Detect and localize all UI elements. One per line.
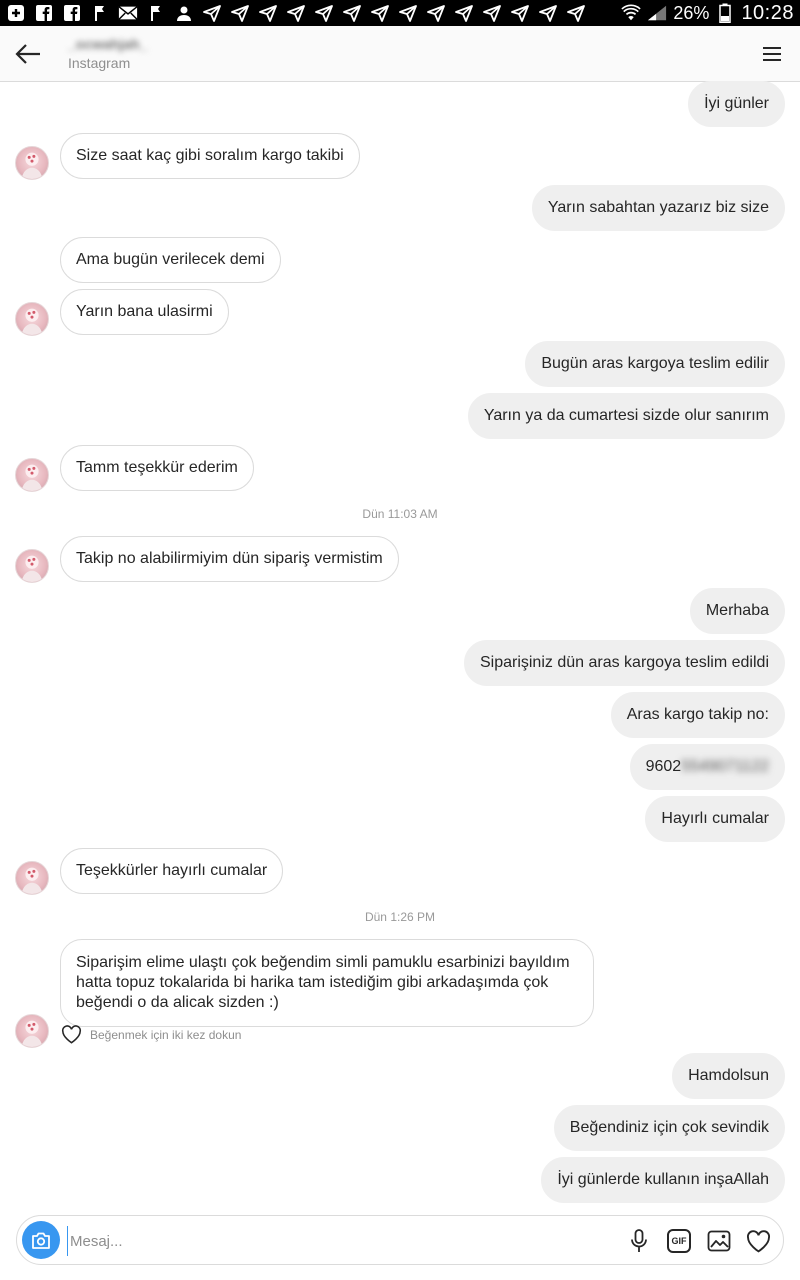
send-icon xyxy=(454,4,474,22)
outgoing-message[interactable]: 96025549071122 xyxy=(629,744,785,790)
outgoing-message[interactable]: Hamdolsun xyxy=(672,1053,785,1099)
send-icon xyxy=(370,4,390,22)
arrow-left-icon xyxy=(15,44,40,64)
send-icon xyxy=(230,4,250,22)
flag-icon xyxy=(90,4,110,22)
wifi-icon xyxy=(621,4,642,22)
tracking-number-redacted: 5549071122 xyxy=(681,758,769,775)
gallery-button[interactable] xyxy=(706,1228,732,1254)
outgoing-message[interactable]: Yarın ya da cumartesi sizde olur sanırım xyxy=(467,393,785,439)
send-icon xyxy=(202,4,222,22)
battery-icon xyxy=(715,3,735,23)
outgoing-message[interactable]: Hayırlı cumalar xyxy=(645,796,785,842)
contact-platform: Instagram xyxy=(68,55,131,71)
chat-header: _ocwahjah_ Instagram xyxy=(0,26,800,82)
message-input[interactable] xyxy=(67,1226,467,1256)
avatar[interactable] xyxy=(15,146,49,180)
status-bar: 26% 10:28 xyxy=(0,0,800,26)
outgoing-message[interactable]: İyi günler xyxy=(688,81,785,127)
avatar[interactable] xyxy=(15,549,49,583)
avatar[interactable] xyxy=(15,1014,49,1048)
incoming-message[interactable]: Siparişim elime ulaştı çok beğendim siml… xyxy=(60,939,594,1027)
like-hint: Beğenmek için iki kez dokun xyxy=(61,1025,241,1044)
notification-icons xyxy=(6,4,586,22)
incoming-message[interactable]: Tamm teşekkür ederim xyxy=(60,445,254,491)
timestamp: Dün 11:03 AM xyxy=(362,507,438,521)
outgoing-message[interactable]: Aras kargo takip no: xyxy=(610,692,785,738)
heart-icon[interactable] xyxy=(61,1025,82,1044)
signal-icon xyxy=(647,4,667,22)
send-icon xyxy=(342,4,362,22)
camera-button[interactable] xyxy=(22,1221,60,1259)
outgoing-message[interactable]: İyi günlerde kullanın inşaAllah xyxy=(541,1157,785,1203)
screen: 26% 10:28 _ocwahjah_ Instagram İyi günle… xyxy=(0,0,800,1280)
facebook-icon xyxy=(62,4,82,22)
send-icon xyxy=(286,4,306,22)
incoming-message[interactable]: Takip no alabilirmiyim dün sipariş vermi… xyxy=(60,536,399,582)
facebook-icon xyxy=(34,4,54,22)
outgoing-message[interactable]: Siparişiniz dün aras kargoya teslim edil… xyxy=(463,640,785,686)
send-icon xyxy=(398,4,418,22)
microphone-icon xyxy=(631,1229,647,1252)
timestamp: Dün 1:26 PM xyxy=(364,910,436,924)
back-button[interactable] xyxy=(12,38,44,70)
mail-icon xyxy=(118,4,138,22)
avatar[interactable] xyxy=(15,302,49,336)
image-icon xyxy=(707,1230,731,1252)
send-icon xyxy=(510,4,530,22)
like-button[interactable] xyxy=(745,1228,771,1254)
incoming-message[interactable]: Yarın bana ulasirmi xyxy=(60,289,229,335)
tracking-number-visible: 9602 xyxy=(645,758,682,775)
flag-icon xyxy=(146,4,166,22)
outgoing-message[interactable]: Bugün aras kargoya teslim edilir xyxy=(525,341,785,387)
send-icon xyxy=(314,4,334,22)
send-icon xyxy=(426,4,446,22)
person-icon xyxy=(174,4,194,22)
incoming-message[interactable]: Teşekkürler hayırlı cumalar xyxy=(60,848,284,894)
add-box-icon xyxy=(6,4,26,22)
avatar[interactable] xyxy=(15,458,49,492)
microphone-button[interactable] xyxy=(626,1228,652,1254)
menu-icon xyxy=(763,47,781,49)
battery-percent: 26% xyxy=(673,2,710,23)
send-icon xyxy=(482,4,502,22)
status-right: 26% 10:28 xyxy=(621,2,794,25)
outgoing-message[interactable]: Yarın sabahtan yazarız biz size xyxy=(531,185,785,231)
contact-name[interactable]: _ocwahjah_ xyxy=(68,36,147,52)
avatar[interactable] xyxy=(15,861,49,895)
outgoing-message[interactable]: Merhaba xyxy=(689,588,785,634)
message-composer: GIF xyxy=(16,1215,784,1265)
clock: 10:28 xyxy=(741,1,794,24)
menu-button[interactable] xyxy=(758,40,786,68)
send-icon xyxy=(538,4,558,22)
incoming-message[interactable]: Ama bugün verilecek demi xyxy=(60,237,281,283)
send-icon xyxy=(566,4,586,22)
outgoing-message[interactable]: Beğendiniz için çok sevindik xyxy=(553,1105,785,1151)
camera-icon xyxy=(32,1232,50,1249)
gif-button[interactable]: GIF xyxy=(667,1229,691,1253)
like-hint-text: Beğenmek için iki kez dokun xyxy=(90,1027,242,1042)
heart-icon xyxy=(746,1229,770,1253)
send-icon xyxy=(258,4,278,22)
incoming-message[interactable]: Size saat kaç gibi soralım kargo takibi xyxy=(60,133,360,179)
